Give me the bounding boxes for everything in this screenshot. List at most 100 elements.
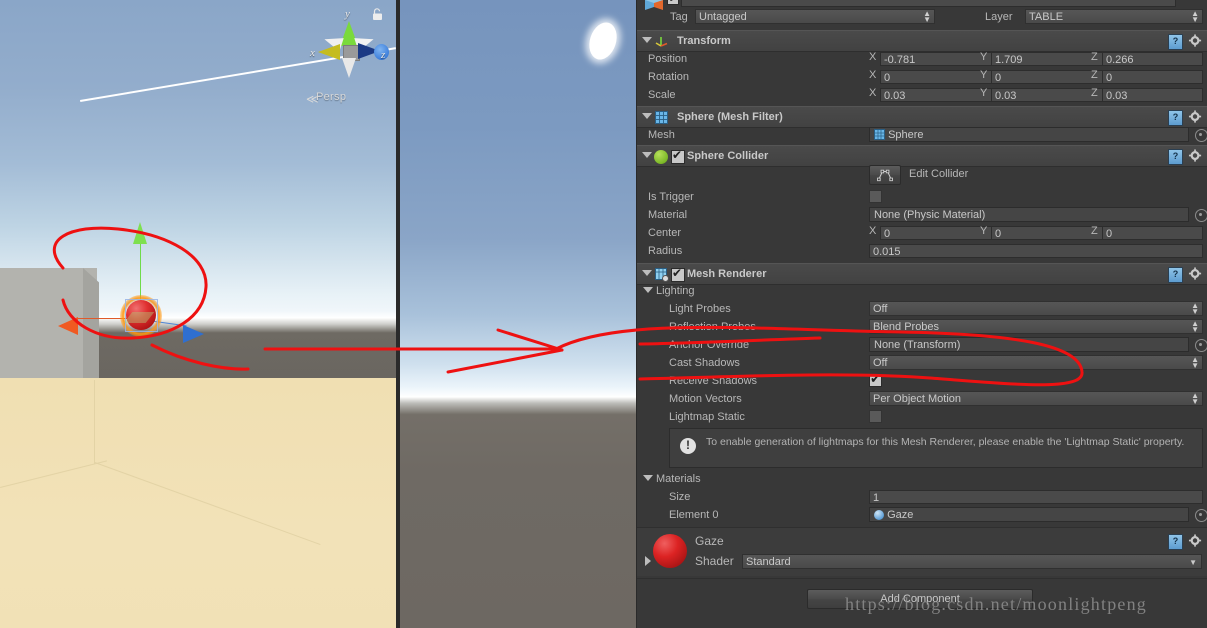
collider-radius-input[interactable]: 0.015 (869, 244, 1203, 258)
materials-element0-field[interactable]: Gaze (869, 507, 1189, 522)
lighting-foldout-row[interactable]: Lighting (637, 282, 1207, 300)
lightmap-static-label: Lightmap Static (669, 411, 745, 423)
scale-label: Scale (648, 89, 676, 101)
axis-label-y: Y (980, 87, 988, 99)
material-name: Gaze (695, 534, 724, 548)
collider-center-y-input[interactable]: 0 (991, 226, 1103, 240)
rotation-x-input[interactable]: 0 (880, 70, 992, 84)
foldout-arrow-icon[interactable] (642, 37, 652, 43)
transform-row-scale: Scale X 0.03 Y 0.03 Z 0.03 (637, 86, 1207, 104)
materials-size-input[interactable]: 1 (869, 490, 1203, 504)
cast-shadows-row: Cast Shadows Off ▲ ▼ (637, 354, 1207, 372)
reflection-probes-dropdown[interactable]: Blend Probes ▲ ▼ (869, 319, 1203, 334)
is-trigger-label: Is Trigger (648, 191, 694, 203)
axis-label-x: X (869, 69, 877, 81)
gizmo-axis-x-arrow[interactable] (58, 317, 78, 335)
cast-shadows-dropdown[interactable]: Off ▲ ▼ (869, 355, 1203, 370)
mesh-filter-component-header[interactable]: Sphere (Mesh Filter) ? (637, 106, 1207, 128)
shader-label: Shader (695, 554, 734, 568)
foldout-arrow-icon[interactable] (643, 287, 653, 293)
material-inspector-block[interactable]: Gaze Shader Standard ▼ ? (637, 528, 1207, 576)
rotation-z-input[interactable]: 0 (1102, 70, 1203, 84)
gear-icon[interactable] (1188, 267, 1203, 281)
rotation-y-input[interactable]: 0 (991, 70, 1103, 84)
lightmap-static-checkbox[interactable] (869, 410, 882, 423)
materials-size-label: Size (669, 491, 691, 503)
tag-dropdown[interactable]: Untagged ▲ ▼ (695, 9, 935, 24)
edit-collider-button[interactable] (869, 165, 901, 185)
rotation-label: Rotation (648, 71, 689, 83)
mesh-filter-mesh-row: Mesh Sphere (637, 126, 1207, 144)
anchor-override-picker-icon[interactable] (1195, 339, 1207, 352)
sphere-collider-enabled-checkbox[interactable] (671, 148, 685, 164)
position-z-input[interactable]: 0.266 (1102, 52, 1203, 66)
transform-fields: Position X -0.781 Y 1.709 Z 0.266 Rotati… (637, 50, 1207, 104)
chevron-updown-icon: ▲ ▼ (1191, 9, 1199, 24)
collider-center-row: Center X 0 Y 0 Z 0 (637, 224, 1207, 242)
help-book-icon[interactable]: ? (1168, 34, 1183, 50)
help-book-icon[interactable]: ? (1168, 267, 1183, 283)
foldout-arrow-icon[interactable] (642, 270, 652, 276)
motion-vectors-row: Motion Vectors Per Object Motion ▲ ▼ (637, 390, 1207, 408)
gizmo-axis-y-arrow[interactable] (133, 222, 147, 244)
game-view-panel[interactable] (396, 0, 637, 628)
materials-element0-row: Element 0 Gaze (637, 506, 1207, 524)
position-x-input[interactable]: -0.781 (880, 52, 992, 66)
receive-shadows-checkbox[interactable] (869, 371, 882, 387)
mesh-value: Sphere (888, 129, 924, 141)
game-view-sun-dot (584, 18, 622, 64)
layer-dropdown[interactable]: TABLE ▲ ▼ (1025, 9, 1203, 24)
materials-element0-label: Element 0 (669, 509, 719, 521)
scale-x-input[interactable]: 0.03 (880, 88, 992, 102)
scale-z-input[interactable]: 0.03 (1102, 88, 1203, 102)
gameobject-enabled-toggle[interactable] (667, 0, 679, 5)
collider-center-x-input[interactable]: 0 (880, 226, 992, 240)
gizmo-cone-down[interactable] (342, 58, 356, 78)
help-book-icon[interactable]: ? (1168, 110, 1183, 126)
inspector-panel[interactable]: Tag Untagged ▲▼ Layer TABLE ▲▼ Transform… (637, 0, 1207, 628)
gizmo-cone-x[interactable] (318, 44, 340, 60)
shader-dropdown[interactable]: Standard ▼ (742, 554, 1202, 569)
anchor-override-field[interactable]: None (Transform) (869, 337, 1189, 352)
gear-icon[interactable] (1188, 534, 1203, 548)
chevron-down-icon: ▼ (1189, 558, 1197, 567)
help-book-icon[interactable]: ? (1168, 534, 1183, 550)
gear-icon[interactable] (1188, 110, 1203, 124)
scale-y-input[interactable]: 0.03 (991, 88, 1103, 102)
axis-label-y: Y (980, 51, 988, 63)
collider-material-picker-icon[interactable] (1195, 209, 1207, 222)
materials-foldout-row[interactable]: Materials (637, 470, 1207, 488)
lock-icon[interactable] (372, 8, 383, 21)
foldout-arrow-icon[interactable] (645, 556, 651, 566)
mesh-renderer-enabled-checkbox[interactable] (671, 266, 685, 282)
motion-vectors-dropdown[interactable]: Per Object Motion ▲ ▼ (869, 391, 1203, 406)
help-book-icon[interactable]: ? (1168, 149, 1183, 165)
gizmo-label-z: z (381, 49, 386, 61)
projection-label[interactable]: Persp (316, 91, 346, 103)
light-probes-dropdown[interactable]: Off ▲ ▼ (869, 301, 1203, 316)
gear-icon[interactable] (1188, 149, 1203, 163)
foldout-arrow-icon[interactable] (643, 475, 653, 481)
gear-icon[interactable] (1188, 34, 1203, 48)
mesh-object-field[interactable]: Sphere (869, 127, 1189, 142)
gizmo-axis-z-arrow[interactable] (183, 325, 204, 343)
gizmo-label-x: x (310, 47, 315, 59)
watermark-text: https://blog.csdn.net/moonlightpeng (845, 594, 1147, 614)
materials-element0-picker-icon[interactable] (1195, 509, 1207, 522)
foldout-arrow-icon[interactable] (642, 113, 652, 119)
is-trigger-checkbox[interactable] (869, 190, 882, 203)
mesh-object-picker-icon[interactable] (1195, 129, 1207, 142)
mesh-small-icon (874, 129, 885, 140)
scene-view-panel[interactable]: y x z ≪ Persp (0, 0, 396, 628)
motion-vectors-label: Motion Vectors (669, 393, 742, 405)
collider-center-z-input[interactable]: 0 (1102, 226, 1203, 240)
gameobject-name-field[interactable] (681, 0, 1176, 7)
foldout-arrow-icon[interactable] (642, 152, 652, 158)
sphere-collider-component-header[interactable]: Sphere Collider ? (637, 145, 1207, 167)
transform-component-header[interactable]: Transform ? (637, 30, 1207, 52)
anchor-override-label: Anchor Override (669, 339, 750, 351)
collider-material-field[interactable]: None (Physic Material) (869, 207, 1189, 222)
position-y-input[interactable]: 1.709 (991, 52, 1103, 66)
anchor-override-row: Anchor Override None (Transform) (637, 336, 1207, 354)
material-small-icon (874, 510, 884, 520)
